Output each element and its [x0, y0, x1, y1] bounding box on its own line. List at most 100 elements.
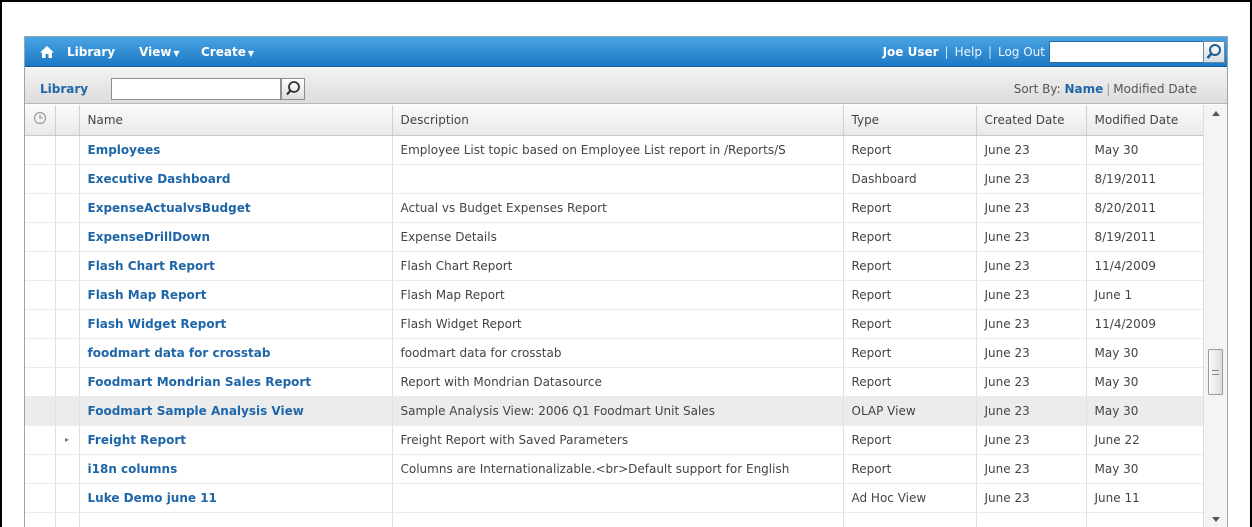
- nav-view-menu[interactable]: View ▼: [139, 45, 180, 59]
- table-header-row: Name Description Type Created Date Modif…: [25, 105, 1205, 136]
- table-row[interactable]: foodmart data for crosstab foodmart data …: [25, 338, 1205, 368]
- resource-modified-date: May 30: [1086, 396, 1205, 426]
- resource-name-link[interactable]: [79, 512, 393, 527]
- resource-description: Expense Details: [392, 222, 844, 252]
- resource-name-link[interactable]: ExpenseDrillDown: [79, 222, 393, 252]
- table-row[interactable]: ▸ Freight Report Freight Report with Saved…: [25, 425, 1205, 455]
- table-row[interactable]: [25, 512, 1205, 527]
- resource-created-date: June 23: [976, 367, 1087, 397]
- resource-created-date: June 23: [976, 251, 1087, 281]
- resource-name-link[interactable]: Flash Map Report: [79, 280, 393, 310]
- row-expander: [55, 193, 80, 223]
- scroll-up-icon[interactable]: [1212, 111, 1220, 116]
- sort-by-name[interactable]: Name: [1064, 82, 1103, 96]
- global-search-button[interactable]: [1203, 41, 1225, 63]
- row-expander: [55, 309, 80, 339]
- table-row[interactable]: i18n columns Columns are Internationaliza…: [25, 454, 1205, 484]
- resource-type: Report: [843, 193, 977, 223]
- resource-created-date: June 23: [976, 338, 1087, 368]
- table-row[interactable]: Foodmart Sample Analysis View Sample Anal…: [25, 396, 1205, 426]
- resource-description: Actual vs Budget Expenses Report: [392, 193, 844, 223]
- table-row[interactable]: Foodmart Mondrian Sales Report Report wit…: [25, 367, 1205, 397]
- row-schedule-cell: [25, 135, 56, 165]
- library-app: Library View ▼ Create ▼ Joe User | Help | Log …: [24, 36, 1228, 527]
- column-header-created-date[interactable]: Created Date: [976, 105, 1087, 136]
- chevron-down-icon: ▼: [173, 49, 180, 58]
- resource-modified-date: May 30: [1086, 135, 1205, 165]
- resource-name-link[interactable]: Foodmart Mondrian Sales Report: [79, 367, 393, 397]
- table-row[interactable]: Flash Chart Report Flash Chart Report Repo…: [25, 251, 1205, 281]
- resource-description: Freight Report with Saved Parameters: [392, 425, 844, 455]
- resource-modified-date: May 30: [1086, 367, 1205, 397]
- home-icon[interactable]: [39, 44, 55, 60]
- resource-modified-date: May 30: [1086, 338, 1205, 368]
- column-header-type[interactable]: Type: [843, 105, 977, 136]
- resource-name-link[interactable]: i18n columns: [79, 454, 393, 484]
- chevron-down-icon: ▼: [247, 49, 254, 58]
- resource-modified-date: 8/20/2011: [1086, 193, 1205, 223]
- resource-name-link[interactable]: ExpenseActualvsBudget: [79, 193, 393, 223]
- column-header-description[interactable]: Description: [392, 105, 844, 136]
- table-row[interactable]: Employees Employee List topic based on Em…: [25, 135, 1205, 165]
- table-row[interactable]: ExpenseDrillDown Expense Details Report Jun…: [25, 222, 1205, 252]
- row-schedule-cell: [25, 193, 56, 223]
- resource-type: Report: [843, 222, 977, 252]
- row-expander: [55, 367, 80, 397]
- resource-created-date: June 23: [976, 483, 1087, 513]
- resource-modified-date: [1086, 512, 1205, 527]
- row-schedule-cell: [25, 512, 56, 527]
- resource-created-date: June 23: [976, 280, 1087, 310]
- table-row[interactable]: Executive Dashboard Dashboard June 23 8/19/…: [25, 164, 1205, 194]
- scrollbar-thumb[interactable]: [1208, 349, 1223, 395]
- resource-modified-date: 8/19/2011: [1086, 164, 1205, 194]
- resource-type: Report: [843, 454, 977, 484]
- table-row[interactable]: ExpenseActualvsBudget Actual vs Budget Ex…: [25, 193, 1205, 223]
- resource-type: Report: [843, 309, 977, 339]
- resource-name-link[interactable]: Flash Chart Report: [79, 251, 393, 281]
- row-expander: [55, 338, 80, 368]
- row-schedule-cell: [25, 367, 56, 397]
- vertical-scrollbar[interactable]: [1203, 105, 1227, 527]
- resource-name-link[interactable]: Luke Demo june 11: [79, 483, 393, 513]
- resource-created-date: June 23: [976, 396, 1087, 426]
- resource-description: Flash Chart Report: [392, 251, 844, 281]
- library-title: Library: [40, 82, 89, 96]
- sort-by-modified-date[interactable]: Modified Date: [1113, 82, 1197, 96]
- resource-created-date: June 23: [976, 309, 1087, 339]
- resource-name-link[interactable]: Foodmart Sample Analysis View: [79, 396, 393, 426]
- resource-name-link[interactable]: Freight Report: [79, 425, 393, 455]
- nav-create-menu[interactable]: Create ▼: [201, 45, 254, 59]
- column-header-name[interactable]: Name: [79, 105, 393, 136]
- clock-icon: [33, 112, 46, 125]
- resource-name-link[interactable]: Executive Dashboard: [79, 164, 393, 194]
- nav-library[interactable]: Library: [67, 45, 115, 59]
- resource-created-date: June 23: [976, 454, 1087, 484]
- resource-modified-date: 8/19/2011: [1086, 222, 1205, 252]
- resource-name-link[interactable]: foodmart data for crosstab: [79, 338, 393, 368]
- library-search-input[interactable]: [111, 78, 281, 100]
- resource-name-link[interactable]: Employees: [79, 135, 393, 165]
- resource-created-date: June 23: [976, 135, 1087, 165]
- table-row[interactable]: Flash Widget Report Flash Widget Report Re…: [25, 309, 1205, 339]
- logout-link[interactable]: Log Out: [998, 45, 1045, 59]
- resource-description: Flash Widget Report: [392, 309, 844, 339]
- column-header-expander: [55, 105, 80, 136]
- help-link[interactable]: Help: [955, 45, 982, 59]
- resource-created-date: [976, 512, 1087, 527]
- library-search-button[interactable]: [281, 78, 305, 100]
- table-row[interactable]: Flash Map Report Flash Map Report Report Ju…: [25, 280, 1205, 310]
- table-row[interactable]: Luke Demo june 11 Ad Hoc View June 23 June …: [25, 483, 1205, 513]
- resource-type: Ad Hoc View: [843, 483, 977, 513]
- resource-created-date: June 23: [976, 193, 1087, 223]
- column-header-modified-date[interactable]: Modified Date: [1086, 105, 1205, 136]
- row-schedule-cell: [25, 454, 56, 484]
- global-search-input[interactable]: [1049, 41, 1225, 63]
- resource-modified-date: May 30: [1086, 454, 1205, 484]
- scroll-down-icon[interactable]: [1212, 517, 1220, 522]
- row-expander: [55, 222, 80, 252]
- column-header-schedule[interactable]: [25, 105, 56, 136]
- row-expander[interactable]: ▸: [55, 425, 80, 455]
- row-expander: [55, 483, 80, 513]
- row-expander: [55, 164, 80, 194]
- resource-name-link[interactable]: Flash Widget Report: [79, 309, 393, 339]
